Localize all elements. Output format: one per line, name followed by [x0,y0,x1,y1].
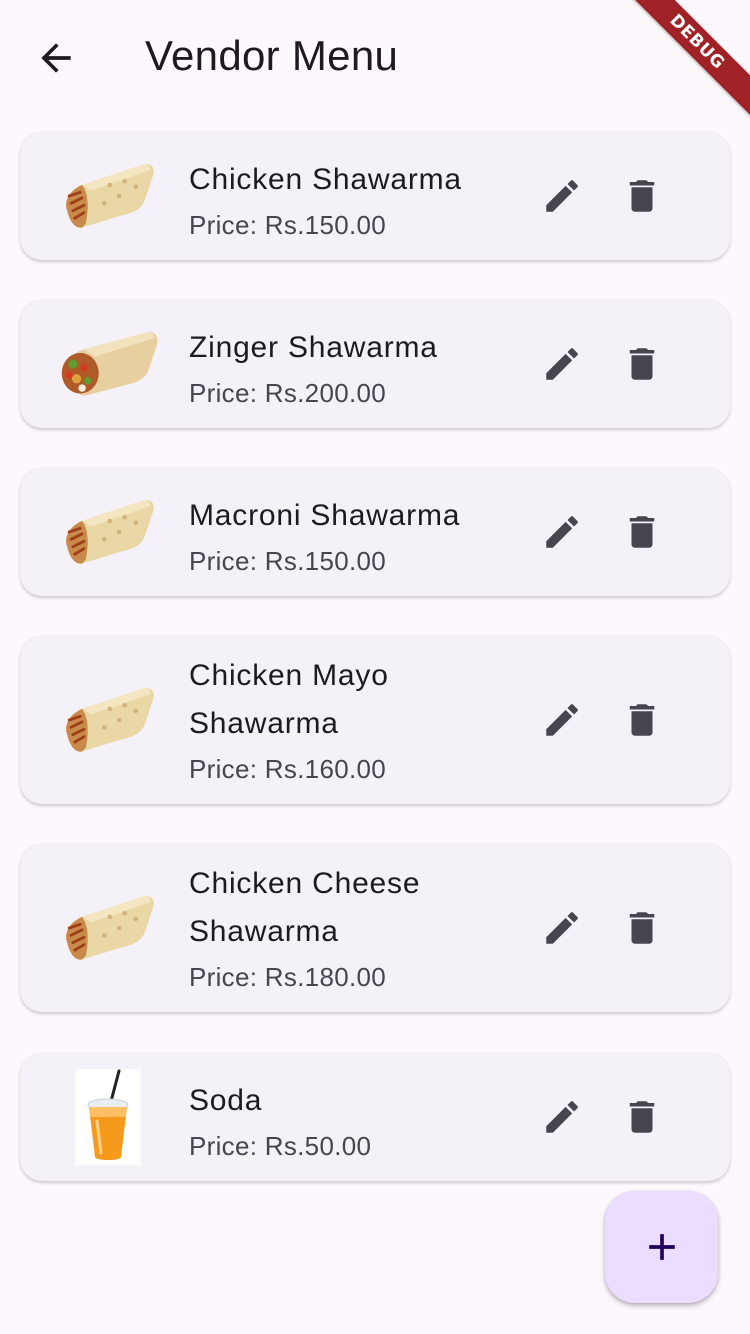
item-name: Chicken Cheese Shawarma [189,867,421,948]
pencil-icon [541,907,583,949]
arrow-back-icon [34,36,78,80]
delete-button[interactable] [612,502,672,562]
soda-cup-image [75,1069,141,1165]
menu-item-card[interactable]: Chicken Shawarma Price: Rs.150.00 [20,132,730,260]
item-price: Price: Rs.180.00 [189,962,387,992]
item-text: Chicken Shawarma Price: Rs.150.00 [189,156,509,246]
delete-button[interactable] [612,166,672,226]
shawarma-wrap-image [54,159,162,233]
item-price: Price: Rs.50.00 [189,1131,372,1161]
delete-button[interactable] [612,1087,672,1147]
menu-item-card[interactable]: Zinger Shawarma Price: Rs.200.00 [20,300,730,428]
back-button[interactable] [30,32,82,84]
pencil-icon [541,699,583,741]
delete-button[interactable] [612,898,672,958]
item-text: Soda Price: Rs.50.00 [189,1077,509,1167]
edit-button[interactable] [532,166,592,226]
trash-icon [621,175,663,217]
item-name: Chicken Shawarma [189,163,462,196]
item-name: Chicken Mayo Shawarma [189,659,389,740]
trash-icon [621,699,663,741]
pencil-icon [541,175,583,217]
item-price: Price: Rs.150.00 [189,546,387,576]
item-text: Chicken Mayo Shawarma Price: Rs.160.00 [189,652,509,790]
item-image [50,482,166,582]
pencil-icon [541,511,583,553]
menu-item-card[interactable]: Chicken Cheese Shawarma Price: Rs.180.00 [20,844,730,1012]
item-image [50,314,166,414]
item-name: Zinger Shawarma [189,331,438,364]
item-name: Soda [189,1084,263,1117]
item-price: Price: Rs.160.00 [189,754,387,784]
item-text: Zinger Shawarma Price: Rs.200.00 [189,324,509,414]
shawarma-wrap-image [54,891,162,965]
menu-item-card[interactable]: Chicken Mayo Shawarma Price: Rs.160.00 [20,636,730,804]
delete-button[interactable] [612,690,672,750]
add-item-button[interactable] [605,1191,718,1303]
menu-item-card[interactable]: Macroni Shawarma Price: Rs.150.00 [20,468,730,596]
pencil-icon [541,1096,583,1138]
item-image [50,1069,166,1165]
edit-button[interactable] [532,690,592,750]
item-text: Macroni Shawarma Price: Rs.150.00 [189,492,509,582]
edit-button[interactable] [532,898,592,958]
item-text: Chicken Cheese Shawarma Price: Rs.180.00 [189,860,509,998]
plus-icon [640,1225,684,1269]
shawarma-wrap-image [54,495,162,569]
pencil-icon [541,343,583,385]
zinger-wrap-image [52,327,164,401]
edit-button[interactable] [532,1087,592,1147]
app-bar: Vendor Menu [0,0,750,112]
item-image [50,878,166,978]
item-image [50,146,166,246]
trash-icon [621,1096,663,1138]
item-name: Macroni Shawarma [189,499,461,532]
trash-icon [621,511,663,553]
item-price: Price: Rs.150.00 [189,210,387,240]
menu-item-card[interactable]: Soda Price: Rs.50.00 [20,1053,730,1181]
item-price: Price: Rs.200.00 [189,378,387,408]
trash-icon [621,343,663,385]
delete-button[interactable] [612,334,672,394]
item-image [50,670,166,770]
page-title: Vendor Menu [145,32,399,79]
shawarma-wrap-image [54,683,162,757]
trash-icon [621,907,663,949]
edit-button[interactable] [532,502,592,562]
edit-button[interactable] [532,334,592,394]
